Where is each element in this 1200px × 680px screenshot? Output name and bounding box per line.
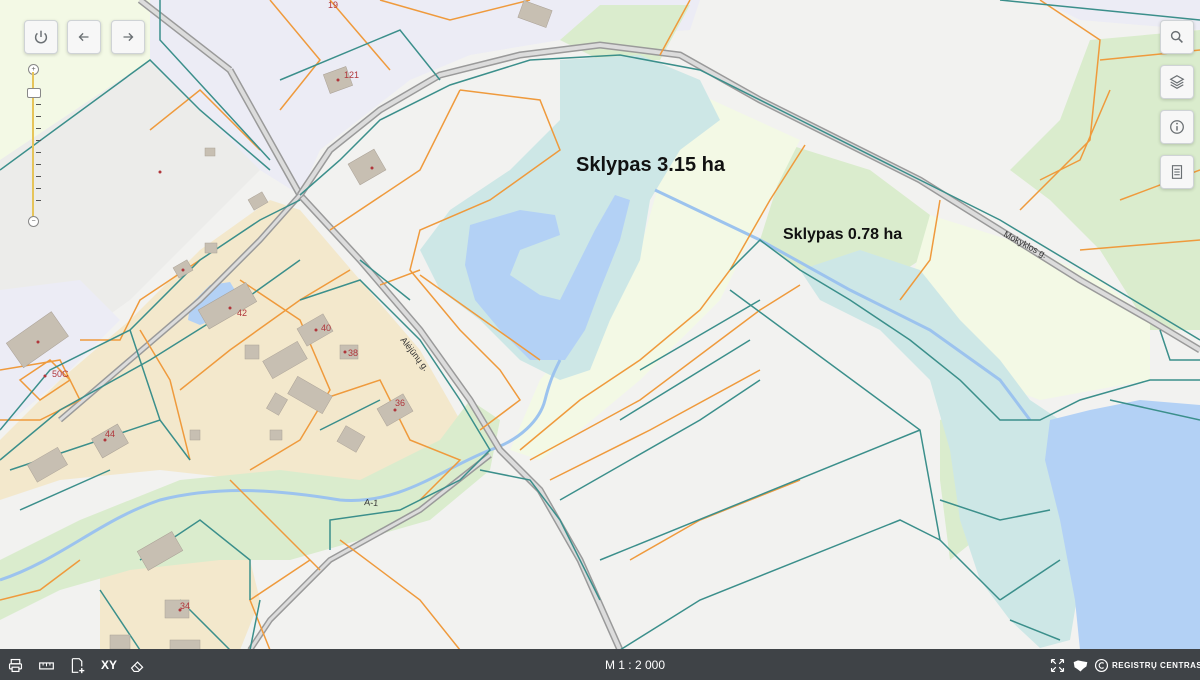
add-document-icon	[71, 657, 84, 673]
print-button[interactable]	[6, 655, 24, 675]
info-icon	[1170, 120, 1184, 134]
zoom-slider[interactable]: + −	[27, 64, 41, 227]
map-scale: M 1 : 2 000	[604, 658, 666, 672]
house-number: 42	[237, 308, 247, 318]
coordinates-button[interactable]: XY	[98, 655, 120, 675]
country-map-button[interactable]	[1070, 655, 1090, 675]
printer-icon	[8, 658, 22, 672]
add-document-button[interactable]	[67, 655, 87, 675]
bottom-toolbar: XY M 1 : 2 000 REGISTRŲ CENTRAS	[0, 649, 1200, 680]
search-button[interactable]	[1160, 20, 1194, 54]
forward-button[interactable]	[111, 20, 145, 54]
document-icon	[1171, 165, 1183, 179]
zoom-handle[interactable]	[27, 88, 41, 98]
zoom-out-icon[interactable]: −	[28, 216, 39, 227]
measure-button[interactable]	[36, 655, 56, 675]
arrow-right-icon	[123, 32, 134, 42]
house-number: 50C	[52, 369, 69, 379]
search-icon	[1170, 30, 1183, 43]
info-button[interactable]	[1160, 110, 1194, 144]
power-icon	[34, 30, 48, 44]
power-button[interactable]	[24, 20, 58, 54]
brand-logo[interactable]: REGISTRŲ CENTRAS	[1112, 655, 1200, 675]
house-number: 36	[395, 398, 405, 408]
house-number: 121	[344, 70, 359, 80]
plot-label-large: Sklypas 3.15 ha	[576, 154, 725, 176]
copyright-icon	[1094, 658, 1108, 672]
xy-icon: XY	[100, 658, 117, 672]
eraser-button[interactable]	[128, 655, 146, 675]
arrow-left-icon	[78, 32, 89, 42]
plot-label-small: Sklypas 0.78 ha	[783, 226, 903, 243]
back-button[interactable]	[67, 20, 101, 54]
house-number: 38	[348, 348, 358, 358]
house-number: 34	[180, 601, 190, 611]
fullscreen-button[interactable]	[1048, 655, 1066, 675]
ruler-icon	[38, 661, 54, 669]
copyright-button[interactable]	[1092, 655, 1110, 675]
river-label: A-1	[364, 497, 379, 508]
legend-button[interactable]	[1160, 155, 1194, 189]
house-number: 40	[321, 323, 331, 333]
house-number: 19	[328, 0, 338, 10]
lithuania-map-icon	[1073, 659, 1087, 671]
layers-button[interactable]	[1160, 65, 1194, 99]
map-canvas[interactable]: 19 121 42 40 38 36 44 50C 34 32 Mokyklos…	[0, 0, 1200, 680]
fullscreen-icon	[1050, 658, 1064, 672]
house-number: 44	[105, 429, 115, 439]
eraser-icon	[130, 660, 143, 672]
layers-icon	[1169, 75, 1185, 89]
